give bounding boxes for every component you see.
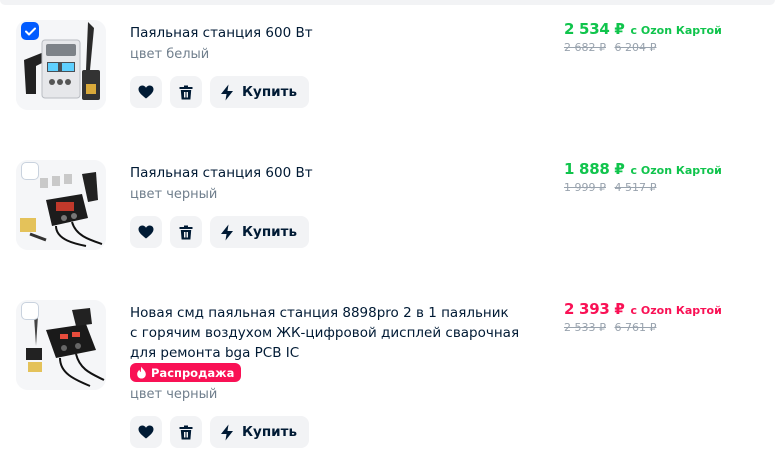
- price-block: 1 888 ₽ с Ozon Картой 1 999 ₽ 4 517 ₽: [564, 160, 722, 194]
- product-color: цвет белый: [130, 47, 210, 62]
- cart-item: Паяльная станция 600 Вт цвет черный Купи…: [0, 160, 775, 300]
- item-actions: Купить: [130, 216, 309, 248]
- trash-icon: [179, 225, 193, 239]
- product-color: цвет черный: [130, 387, 218, 402]
- sale-badge-label: Распродажа: [151, 365, 235, 380]
- buy-button-label: Купить: [242, 424, 297, 440]
- buy-button-label: Купить: [242, 84, 297, 100]
- trash-icon: [179, 85, 193, 99]
- lightning-icon: [221, 224, 233, 240]
- product-title[interactable]: Новая смд паяльная станция 8898pro 2 в 1…: [130, 303, 520, 363]
- card-price: 1 888 ₽: [564, 160, 625, 178]
- card-price-label: с Ozon Картой: [630, 304, 722, 317]
- price-block: 2 393 ₽ с Ozon Картой 2 533 ₽ 6 761 ₽: [564, 300, 722, 334]
- old-price: 6 761 ₽: [614, 321, 657, 334]
- old-price: 6 204 ₽: [614, 41, 657, 54]
- item-actions: Купить: [130, 416, 309, 448]
- checkmark-icon: [24, 27, 36, 35]
- card-price-label: с Ozon Картой: [630, 24, 722, 37]
- delete-button[interactable]: [170, 416, 202, 448]
- delete-button[interactable]: [170, 76, 202, 108]
- card-price: 2 534 ₽: [564, 20, 625, 38]
- heart-icon: [138, 85, 154, 99]
- buy-button[interactable]: Купить: [210, 416, 309, 448]
- trash-icon: [179, 425, 193, 439]
- product-title[interactable]: Паяльная станция 600 Вт: [130, 163, 520, 183]
- select-checkbox[interactable]: [21, 22, 39, 40]
- favorite-button[interactable]: [130, 76, 162, 108]
- price-without-card: 1 999 ₽: [564, 181, 606, 194]
- buy-button[interactable]: Купить: [210, 76, 309, 108]
- cart-item: Новая смд паяльная станция 8898pro 2 в 1…: [0, 300, 775, 448]
- card-price-label: с Ozon Картой: [630, 164, 722, 177]
- price-without-card: 2 682 ₽: [564, 41, 606, 54]
- price-block: 2 534 ₽ с Ozon Картой 2 682 ₽ 6 204 ₽: [564, 20, 722, 54]
- price-without-card: 2 533 ₽: [564, 321, 606, 334]
- fire-icon: [137, 366, 146, 379]
- heart-icon: [138, 425, 154, 439]
- buy-button-label: Купить: [242, 224, 297, 240]
- delete-button[interactable]: [170, 216, 202, 248]
- product-title[interactable]: Паяльная станция 600 Вт: [130, 23, 520, 43]
- cart-item: Паяльная станция 600 Вт цвет белый Купит…: [0, 20, 775, 160]
- card-price: 2 393 ₽: [564, 300, 625, 318]
- item-actions: Купить: [130, 76, 309, 108]
- select-checkbox[interactable]: [21, 162, 39, 180]
- lightning-icon: [221, 84, 233, 100]
- sale-badge: Распродажа: [130, 363, 242, 382]
- select-checkbox[interactable]: [21, 302, 39, 320]
- product-color: цвет черный: [130, 187, 218, 202]
- buy-button[interactable]: Купить: [210, 216, 309, 248]
- heart-icon: [138, 225, 154, 239]
- favorite-button[interactable]: [130, 216, 162, 248]
- lightning-icon: [221, 424, 233, 440]
- favorite-button[interactable]: [130, 416, 162, 448]
- previous-card-edge: [0, 0, 775, 5]
- old-price: 4 517 ₽: [614, 181, 657, 194]
